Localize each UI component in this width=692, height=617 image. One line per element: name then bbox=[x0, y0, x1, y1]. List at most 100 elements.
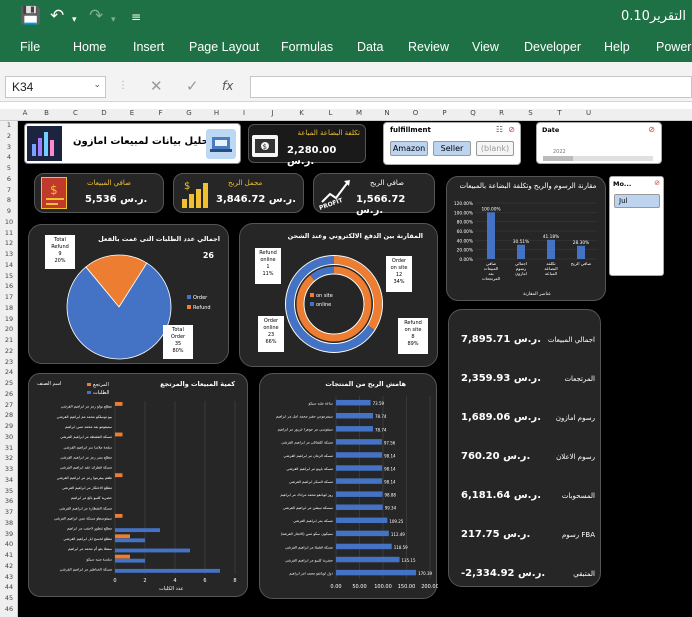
row-header[interactable]: 29 bbox=[0, 422, 18, 430]
row-header[interactable]: 21 bbox=[0, 336, 18, 344]
row-header[interactable]: 40 bbox=[0, 540, 18, 548]
column-header[interactable]: A bbox=[18, 109, 32, 117]
row-header[interactable]: 6 bbox=[0, 175, 18, 183]
fulfillment-slicer[interactable]: fulfillment ☷ ⊘ Amazon Seller (blank) bbox=[383, 122, 521, 165]
row-header[interactable]: 11 bbox=[0, 229, 18, 237]
undo-dropdown-icon[interactable]: ▾ bbox=[72, 10, 77, 30]
column-header[interactable]: K bbox=[287, 109, 316, 117]
tab-review[interactable]: Review bbox=[408, 40, 449, 54]
tab-developer[interactable]: Developer bbox=[524, 40, 581, 54]
redo-dropdown-icon[interactable]: ▾ bbox=[111, 10, 116, 30]
row-header[interactable]: 34 bbox=[0, 476, 18, 484]
row-header[interactable]: 19 bbox=[0, 315, 18, 323]
tab-power[interactable]: Power bbox=[656, 40, 691, 54]
row-header[interactable]: 41 bbox=[0, 551, 18, 559]
column-header[interactable]: R bbox=[487, 109, 516, 117]
row-header[interactable]: 26 bbox=[0, 390, 18, 398]
multi-select-icon[interactable]: ☷ bbox=[496, 125, 503, 134]
row-header[interactable]: 30 bbox=[0, 433, 18, 441]
undo-icon[interactable]: ↶ bbox=[50, 6, 64, 26]
column-header[interactable]: U bbox=[574, 109, 603, 117]
row-header[interactable]: 42 bbox=[0, 562, 18, 570]
row-header[interactable]: 1 bbox=[0, 121, 18, 129]
column-header[interactable]: N bbox=[373, 109, 401, 117]
column-header[interactable]: H bbox=[203, 109, 230, 117]
row-header[interactable]: 3 bbox=[0, 143, 18, 151]
column-header[interactable]: F bbox=[146, 109, 175, 117]
row-header[interactable]: 2 bbox=[0, 132, 18, 140]
customize-toolbar-icon[interactable]: ≡ bbox=[131, 7, 141, 27]
tab-view[interactable]: View bbox=[472, 40, 499, 54]
tab-file[interactable]: File bbox=[20, 40, 40, 54]
row-header[interactable]: 4 bbox=[0, 153, 18, 161]
tab-insert[interactable]: Insert bbox=[133, 40, 164, 54]
enter-icon[interactable]: ✓ bbox=[186, 77, 199, 95]
column-header[interactable]: L bbox=[316, 109, 345, 117]
row-header[interactable]: 18 bbox=[0, 304, 18, 312]
redo-icon[interactable]: ↷ bbox=[89, 6, 103, 26]
month-slicer[interactable]: Mo... ⊘ Jul bbox=[609, 176, 664, 276]
row-header[interactable]: 28 bbox=[0, 411, 18, 419]
name-box-dropdown-icon[interactable]: ⌄ bbox=[93, 79, 101, 90]
column-header[interactable]: G bbox=[175, 109, 203, 117]
row-header[interactable]: 31 bbox=[0, 444, 18, 452]
row-header[interactable]: 9 bbox=[0, 207, 18, 215]
column-header[interactable]: M bbox=[345, 109, 373, 117]
cancel-icon[interactable]: ✕ bbox=[150, 77, 163, 95]
row-header[interactable]: 25 bbox=[0, 379, 18, 387]
month-option-jul[interactable]: Jul bbox=[614, 194, 660, 208]
row-header[interactable]: 32 bbox=[0, 454, 18, 462]
row-header[interactable]: 38 bbox=[0, 519, 18, 527]
column-header[interactable]: O bbox=[401, 109, 430, 117]
column-header[interactable]: C bbox=[61, 109, 90, 117]
row-header[interactable]: 45 bbox=[0, 594, 18, 602]
column-header[interactable]: I bbox=[230, 109, 258, 117]
insert-function-icon[interactable]: fx bbox=[222, 79, 233, 93]
row-header[interactable]: 5 bbox=[0, 164, 18, 172]
row-header[interactable]: 24 bbox=[0, 368, 18, 376]
row-header[interactable]: 17 bbox=[0, 293, 18, 301]
column-header[interactable]: J bbox=[258, 109, 287, 117]
tab-data[interactable]: Data bbox=[357, 40, 383, 54]
date-scrollbar[interactable] bbox=[543, 156, 653, 161]
column-header[interactable]: S bbox=[516, 109, 545, 117]
row-header[interactable]: 20 bbox=[0, 325, 18, 333]
fulfillment-option-amazon[interactable]: Amazon bbox=[390, 141, 428, 156]
fulfillment-option-seller[interactable]: Seller bbox=[433, 141, 471, 156]
row-header[interactable]: 23 bbox=[0, 358, 18, 366]
column-header[interactable]: P bbox=[430, 109, 459, 117]
row-header[interactable]: 10 bbox=[0, 218, 18, 226]
row-header[interactable]: 46 bbox=[0, 605, 18, 613]
fulfillment-option-blank[interactable]: (blank) bbox=[476, 141, 514, 156]
row-header[interactable]: 15 bbox=[0, 272, 18, 280]
clear-filter-icon[interactable]: ⊘ bbox=[508, 125, 515, 134]
row-header[interactable]: 44 bbox=[0, 583, 18, 591]
tab-help[interactable]: Help bbox=[604, 40, 630, 54]
row-header[interactable]: 13 bbox=[0, 250, 18, 258]
column-header[interactable]: E bbox=[118, 109, 146, 117]
tab-page-layout[interactable]: Page Layout bbox=[189, 40, 259, 54]
row-header[interactable]: 39 bbox=[0, 530, 18, 538]
row-header[interactable]: 36 bbox=[0, 497, 18, 505]
row-header[interactable]: 43 bbox=[0, 573, 18, 581]
tab-home[interactable]: Home bbox=[73, 40, 106, 54]
column-header[interactable]: T bbox=[545, 109, 574, 117]
row-header[interactable]: 27 bbox=[0, 401, 18, 409]
row-header[interactable]: 14 bbox=[0, 261, 18, 269]
clear-month-filter-icon[interactable]: ⊘ bbox=[654, 179, 660, 187]
row-header[interactable]: 22 bbox=[0, 347, 18, 355]
row-header[interactable]: 12 bbox=[0, 239, 18, 247]
row-header[interactable]: 8 bbox=[0, 196, 18, 204]
name-box[interactable]: K34 ⌄ bbox=[5, 76, 106, 98]
row-header[interactable]: 7 bbox=[0, 186, 18, 194]
column-header[interactable]: Q bbox=[459, 109, 487, 117]
column-header[interactable]: B bbox=[32, 109, 61, 117]
tab-formulas[interactable]: Formulas bbox=[281, 40, 333, 54]
row-header[interactable]: 33 bbox=[0, 465, 18, 473]
row-header[interactable]: 16 bbox=[0, 282, 18, 290]
formula-input[interactable] bbox=[250, 76, 692, 98]
save-icon[interactable]: 💾 bbox=[20, 6, 41, 26]
worksheet[interactable]: تحليل بيانات لمبيعات امازون تكلفة البضاع… bbox=[18, 121, 692, 617]
clear-date-filter-icon[interactable]: ⊘ bbox=[648, 125, 655, 134]
column-header[interactable]: D bbox=[90, 109, 118, 117]
